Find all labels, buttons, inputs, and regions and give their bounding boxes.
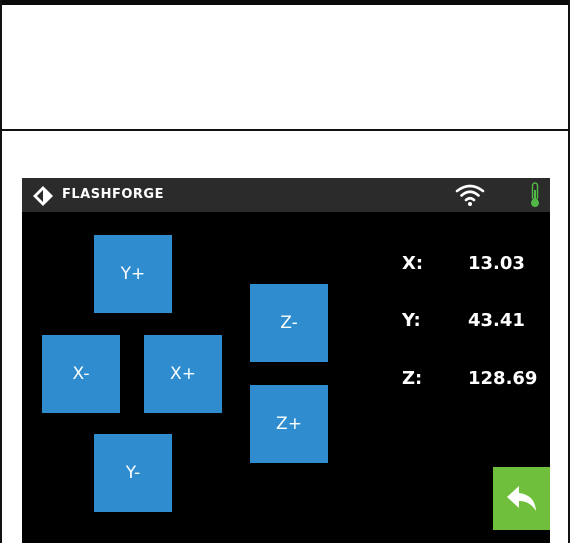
z-minus-button[interactable]: Z-: [250, 284, 328, 362]
x-plus-button[interactable]: X+: [144, 335, 222, 413]
flashforge-logo-icon: [33, 186, 53, 206]
z-position-label: Z:: [402, 368, 423, 389]
status-bar: FLASHFORGE: [22, 178, 550, 212]
z-position-value: 128.69: [468, 368, 538, 389]
x-minus-button[interactable]: X-: [42, 335, 120, 413]
frame-left-border: [0, 0, 2, 543]
x-position-label: X:: [402, 253, 424, 274]
x-position-value: 13.03: [468, 253, 525, 274]
brand-name: FLASHFORGE: [62, 187, 164, 202]
y-position-label: Y:: [402, 310, 421, 331]
wifi-icon: [455, 184, 485, 206]
back-arrow-icon: [506, 485, 536, 511]
y-minus-button[interactable]: Y-: [94, 434, 172, 512]
back-button[interactable]: [493, 467, 550, 530]
thermometer-icon: [531, 182, 539, 207]
frame-divider: [0, 129, 570, 131]
printer-screen: FLASHFORGE Y+ X- X+ Y- Z- Z+ X: 13.03 Y:…: [22, 178, 550, 543]
y-plus-button[interactable]: Y+: [94, 235, 172, 313]
frame-top-border: [0, 0, 570, 5]
y-position-value: 43.41: [468, 310, 525, 331]
z-plus-button[interactable]: Z+: [250, 385, 328, 463]
